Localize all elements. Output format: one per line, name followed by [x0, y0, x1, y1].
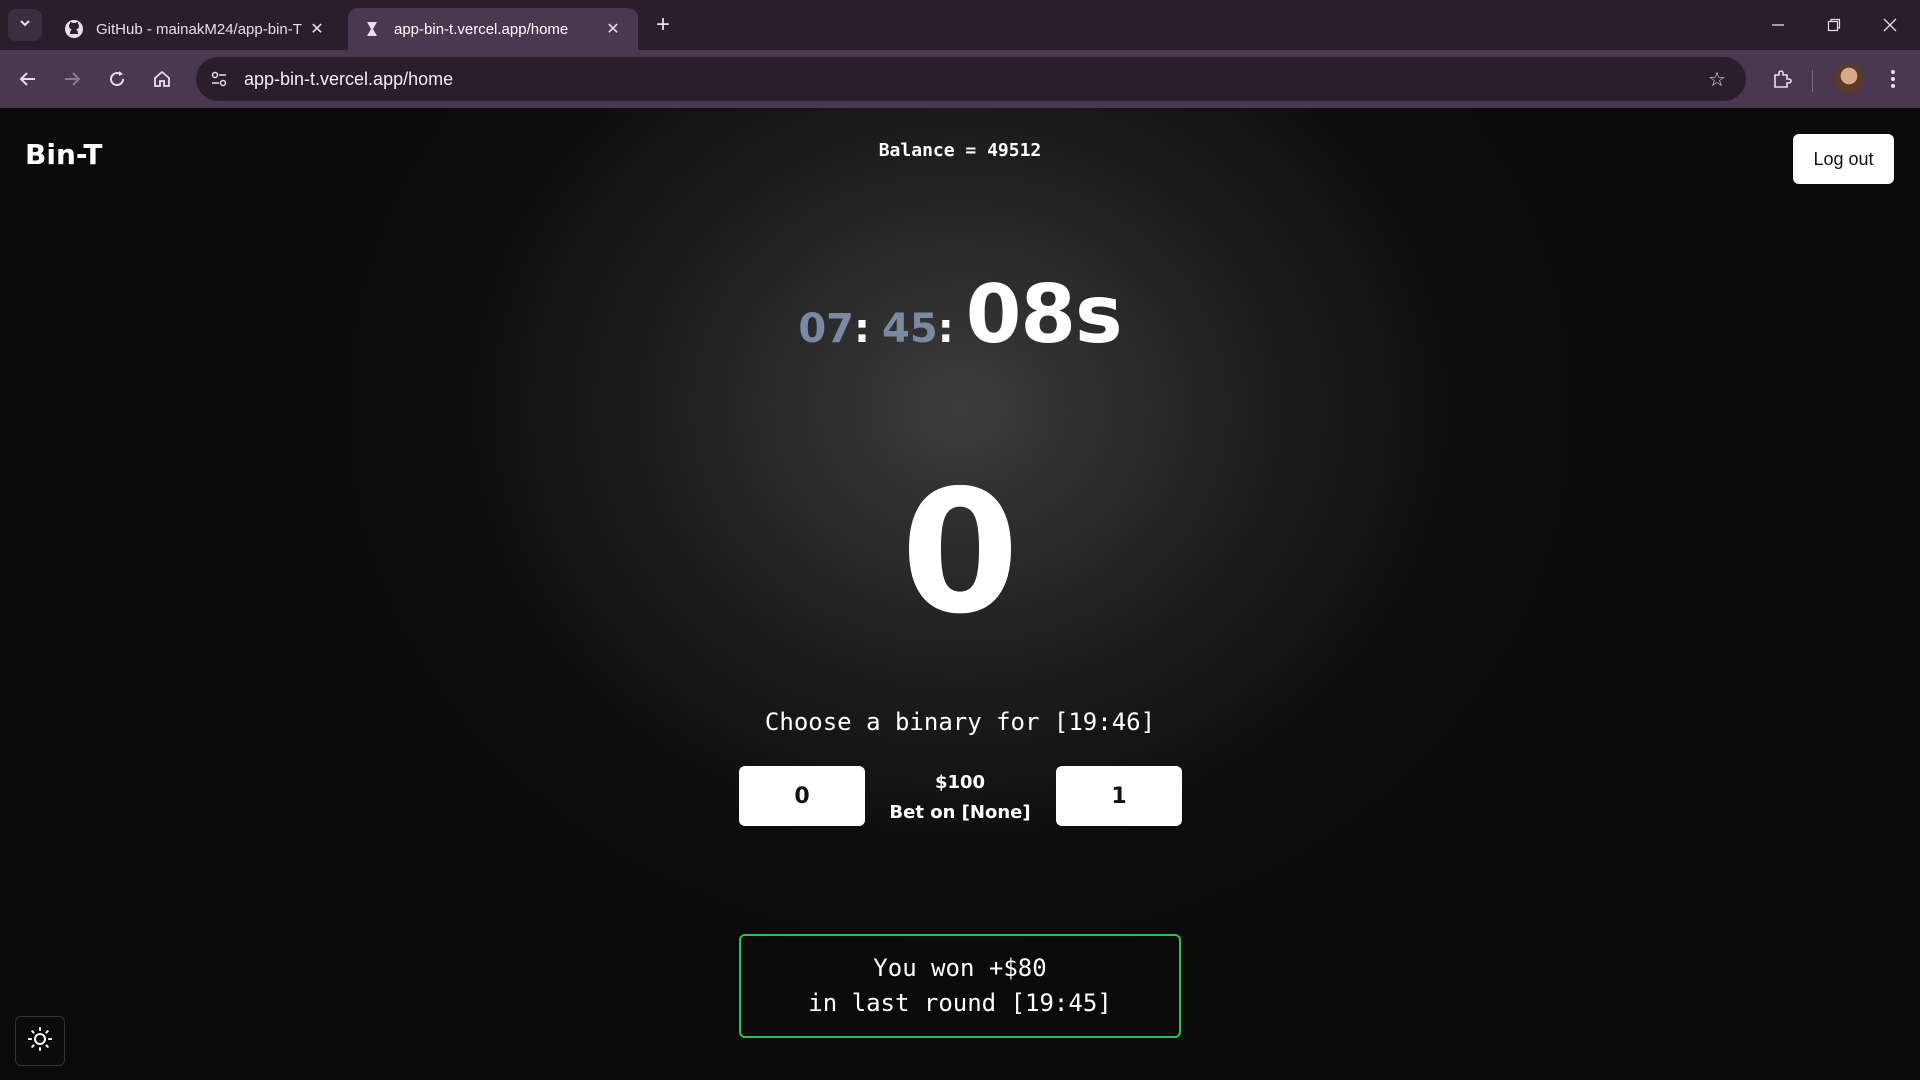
close-icon[interactable]: ✕ — [602, 18, 624, 40]
tab-search-button[interactable] — [8, 9, 42, 41]
tab-title: GitHub - mainakM24/app-bin-T — [96, 20, 302, 38]
address-bar[interactable]: app-bin-t.vercel.app/home ☆ — [196, 57, 1746, 101]
theme-toggle-button[interactable] — [15, 1016, 65, 1066]
chevron-down-icon — [18, 16, 32, 35]
bet-selection: Bet on [None] — [889, 802, 1031, 823]
back-icon[interactable] — [12, 63, 44, 95]
timer-minutes: 45 — [882, 306, 938, 352]
timer-separator: : — [854, 306, 871, 352]
bet-info: $100 Bet on [None] — [880, 768, 1040, 828]
github-icon — [64, 19, 84, 39]
close-window-icon[interactable] — [1862, 0, 1918, 50]
timer-separator: : — [937, 306, 954, 352]
balance-display: Balance = 49512 — [878, 140, 1042, 161]
timer-hours: 07 — [798, 306, 855, 352]
bet-prompt: Choose a binary for [19:46] — [764, 708, 1156, 736]
logout-button[interactable]: Log out — [1793, 134, 1894, 184]
result-line-amount: You won +$80 — [873, 954, 1047, 982]
result-line-round: in last round [19:45] — [808, 989, 1112, 1017]
reload-icon[interactable] — [101, 63, 133, 95]
forward-icon[interactable] — [56, 63, 88, 95]
page-content: Bin-T Balance = 49512 Log out 07 : 45 : … — [0, 108, 1920, 1080]
tab-github[interactable]: GitHub - mainakM24/app-bin-T ✕ — [50, 8, 342, 50]
toolbar-divider — [1812, 70, 1813, 92]
profile-avatar[interactable] — [1834, 64, 1864, 94]
close-icon[interactable]: ✕ — [306, 18, 328, 40]
bet-zero-button[interactable]: 0 — [739, 766, 865, 826]
home-icon[interactable] — [146, 63, 178, 95]
last-round-result: You won +$80 in last round [19:45] — [739, 934, 1181, 1038]
bet-one-button[interactable]: 1 — [1056, 766, 1182, 826]
tab-title: app-bin-t.vercel.app/home — [394, 20, 569, 38]
timer-seconds: 08s — [965, 268, 1123, 361]
extensions-icon[interactable] — [1766, 63, 1798, 95]
url-text: app-bin-t.vercel.app/home — [244, 68, 454, 89]
new-tab-button[interactable]: + — [648, 10, 678, 40]
tab-app-home[interactable]: app-bin-t.vercel.app/home ✕ — [348, 8, 638, 50]
sun-icon — [27, 1026, 53, 1057]
menu-kebab-icon[interactable] — [1877, 63, 1909, 95]
countdown-timer: 07 : 45 : 08s — [0, 268, 1920, 361]
bet-amount: $100 — [934, 772, 986, 793]
minimize-icon[interactable] — [1750, 0, 1806, 50]
site-settings-icon[interactable] — [204, 64, 234, 94]
current-binary-digit: 0 — [900, 454, 1020, 652]
browser-tabstrip: GitHub - mainakM24/app-bin-T ✕ app-bin-t… — [0, 0, 1920, 50]
vercel-icon — [362, 19, 382, 39]
bookmark-star-icon[interactable]: ☆ — [1702, 64, 1732, 94]
restore-icon[interactable] — [1806, 0, 1862, 50]
browser-toolbar: app-bin-t.vercel.app/home ☆ — [0, 50, 1920, 108]
